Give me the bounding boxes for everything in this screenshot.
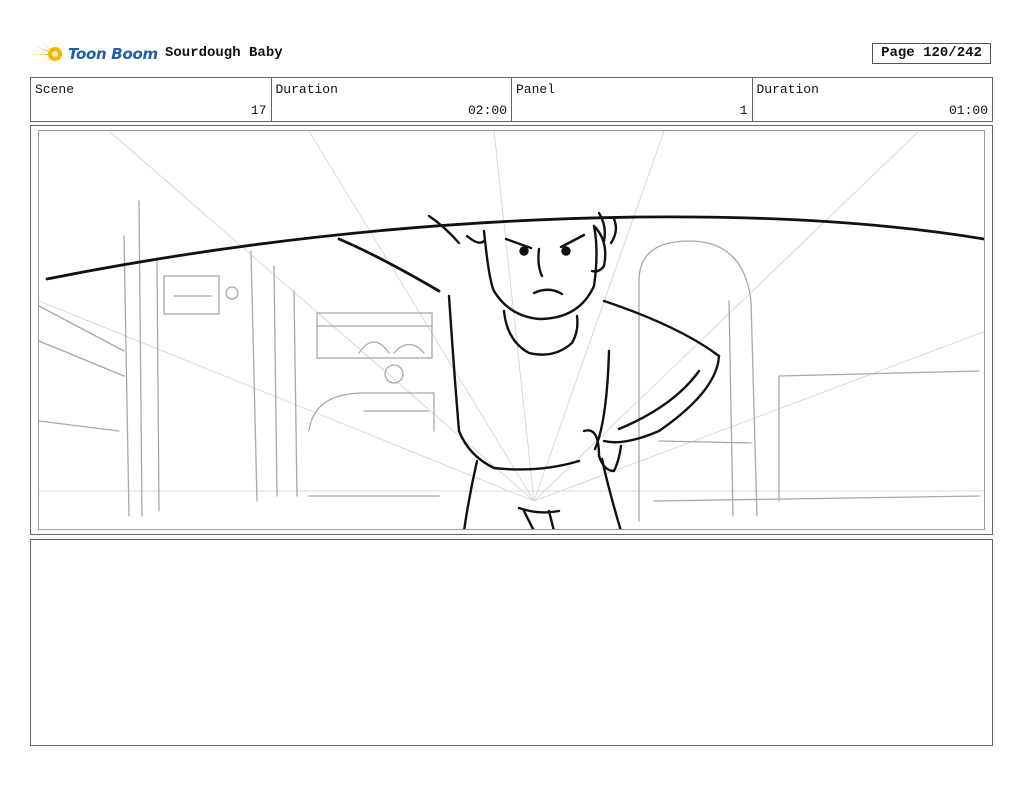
- scene-duration-cell: Duration 02:00: [272, 78, 512, 121]
- logo-text: Toon Boom: [68, 45, 158, 63]
- scene-label: Scene: [35, 82, 75, 97]
- storyboard-sketch: [38, 130, 985, 530]
- panel-duration-cell: Duration 01:00: [753, 78, 993, 121]
- scene-cell: Scene 17: [31, 78, 272, 121]
- toon-boom-logo: Toon Boom: [34, 38, 158, 70]
- starburst-icon: [34, 42, 62, 66]
- sketch-drawing: [39, 131, 984, 529]
- page-indicator: Page 120/242: [872, 43, 991, 64]
- panel-duration-label: Duration: [756, 82, 819, 97]
- panel-label: Panel: [516, 82, 556, 97]
- scene-value: 17: [250, 103, 267, 118]
- panel-duration-value: 01:00: [948, 103, 988, 118]
- panel-value: 1: [739, 103, 748, 118]
- project-title: Sourdough Baby: [165, 45, 283, 61]
- panel-cell: Panel 1: [512, 78, 753, 121]
- panel-frame: [30, 125, 993, 535]
- scene-duration-value: 02:00: [467, 103, 507, 118]
- storyboard-info-row: Scene 17 Duration 02:00 Panel 1 Duration…: [30, 77, 993, 122]
- scene-duration-label: Duration: [275, 82, 338, 97]
- panel-notes-box: [30, 539, 993, 746]
